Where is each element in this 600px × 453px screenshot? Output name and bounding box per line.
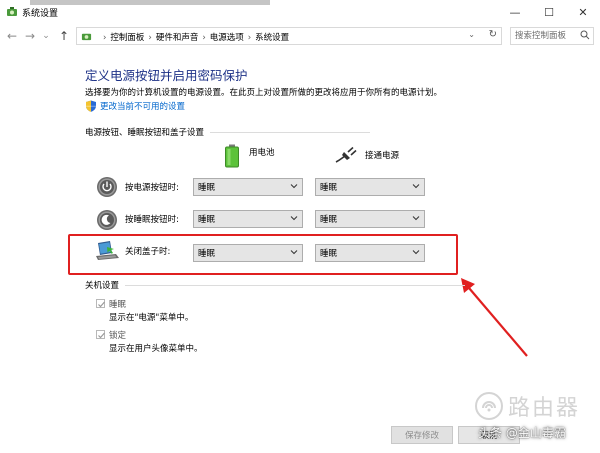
column-battery: 用电池 xyxy=(224,144,275,168)
breadcrumb-item-power-options[interactable]: 电源选项 xyxy=(210,33,244,43)
lid-close-battery-value: 睡眠 xyxy=(198,249,216,259)
sleep-menu-label: 睡眠 xyxy=(109,300,127,310)
chevron-down-icon xyxy=(290,184,298,189)
lid-close-plugged-select[interactable]: 睡眠 xyxy=(315,244,425,262)
back-button[interactable]: ← xyxy=(4,28,20,44)
section-divider xyxy=(210,131,371,133)
watermark-text: 路由器 xyxy=(508,396,581,421)
power-button-label: 按电源按钮时: xyxy=(125,183,179,193)
watermark: 路由器 xyxy=(474,390,580,422)
battery-icon xyxy=(225,144,239,168)
power-plug-icon xyxy=(335,146,357,163)
sleep-button-plugged-value: 睡眠 xyxy=(320,215,338,225)
breadcrumb-separator: › xyxy=(202,33,206,43)
control-panel-icon xyxy=(81,33,92,41)
shutdown-section-header: 关机设置 xyxy=(85,279,466,291)
page-title: 定义电源按钮并启用密码保护 xyxy=(85,68,248,83)
control-panel-icon xyxy=(7,7,17,16)
power-button-battery-select[interactable]: 睡眠 xyxy=(193,178,303,196)
close-button[interactable]: ✕ xyxy=(566,0,600,24)
chevron-down-icon[interactable]: ⌄ xyxy=(468,30,475,39)
annotation-arrow xyxy=(461,278,528,357)
up-button[interactable]: ↑ xyxy=(56,28,72,44)
minimize-button[interactable]: — xyxy=(498,0,532,24)
breadcrumb-item-control-panel[interactable]: 控制面板 xyxy=(110,33,144,43)
column-battery-label: 用电池 xyxy=(249,148,275,158)
title-bar: 系统设置 — ☐ ✕ xyxy=(0,0,600,24)
chevron-down-icon xyxy=(290,216,298,221)
uac-shield-icon xyxy=(86,100,96,112)
recent-locations-button[interactable]: ⌄ xyxy=(38,28,54,44)
power-button-battery-value: 睡眠 xyxy=(198,183,216,193)
breadcrumb-item-system-settings[interactable]: 系统设置 xyxy=(255,33,289,43)
breadcrumb-item-hardware-sound[interactable]: 硬件和声音 xyxy=(156,33,199,43)
section-divider xyxy=(125,284,466,286)
window-title: 系统设置 xyxy=(22,9,59,19)
power-icon xyxy=(97,177,117,197)
search-box[interactable] xyxy=(510,27,594,45)
breadcrumb-separator: › xyxy=(103,33,107,43)
refresh-icon[interactable]: ↻ xyxy=(489,29,497,40)
power-button-plugged-select[interactable]: 睡眠 xyxy=(315,178,425,196)
chevron-down-icon xyxy=(412,250,420,255)
lock-menu-description: 显示在用户头像菜单中。 xyxy=(109,344,203,354)
sleep-menu-description: 显示在"电源"菜单中。 xyxy=(109,313,194,323)
sleep-button-label: 按睡眠按钮时: xyxy=(125,215,179,225)
lid-close-plugged-value: 睡眠 xyxy=(320,249,338,259)
lid-close-battery-select[interactable]: 睡眠 xyxy=(193,244,303,262)
top-strip xyxy=(30,0,270,5)
column-plugged-in: 接通电源 xyxy=(334,146,399,164)
breadcrumb-separator: › xyxy=(247,33,252,43)
search-input[interactable] xyxy=(511,28,577,44)
power-section-header: 电源按钮、睡眠按钮和盖子设置 xyxy=(85,126,371,138)
change-settings-link[interactable]: 更改当前不可用的设置 xyxy=(85,100,185,112)
checkmark-icon xyxy=(98,301,105,308)
breadcrumb: › 控制面板 › 硬件和声音 › 电源选项 › 系统设置 xyxy=(99,31,289,43)
forward-button[interactable]: → xyxy=(22,28,38,44)
power-button-plugged-value: 睡眠 xyxy=(320,183,338,193)
shutdown-section-title: 关机设置 xyxy=(85,281,120,291)
lock-menu-checkbox[interactable] xyxy=(96,330,105,339)
sleep-button-battery-value: 睡眠 xyxy=(198,215,216,225)
maximize-button[interactable]: ☐ xyxy=(532,0,566,24)
chevron-down-icon xyxy=(412,216,420,221)
sleep-menu-checkbox[interactable] xyxy=(96,299,105,308)
search-icon[interactable] xyxy=(580,30,590,40)
laptop-lid-icon xyxy=(96,241,119,260)
save-button[interactable]: 保存修改 xyxy=(391,426,453,444)
watermark-credit: 头条 @金山毒霸 xyxy=(478,426,566,440)
breadcrumb-separator: › xyxy=(148,33,152,43)
watermark-logo-icon xyxy=(475,392,503,420)
column-plugged-label: 接通电源 xyxy=(365,151,400,161)
power-section-title: 电源按钮、睡眠按钮和盖子设置 xyxy=(85,128,205,138)
chevron-down-icon xyxy=(412,184,420,189)
change-settings-label: 更改当前不可用的设置 xyxy=(100,102,186,112)
lid-close-label: 关闭盖子时: xyxy=(125,247,171,257)
lock-menu-label: 锁定 xyxy=(109,331,127,341)
checkmark-icon xyxy=(98,332,105,339)
page-description: 选择要为你的计算机设置的电源设置。在此页上对设置所做的更改将应用于你所有的电源计… xyxy=(85,88,443,98)
address-box[interactable]: › 控制面板 › 硬件和声音 › 电源选项 › 系统设置 ⌄ ↻ xyxy=(76,27,502,45)
sleep-button-battery-select[interactable]: 睡眠 xyxy=(193,210,303,228)
chevron-down-icon xyxy=(290,250,298,255)
sleep-button-plugged-select[interactable]: 睡眠 xyxy=(315,210,425,228)
sleep-icon xyxy=(97,210,117,230)
